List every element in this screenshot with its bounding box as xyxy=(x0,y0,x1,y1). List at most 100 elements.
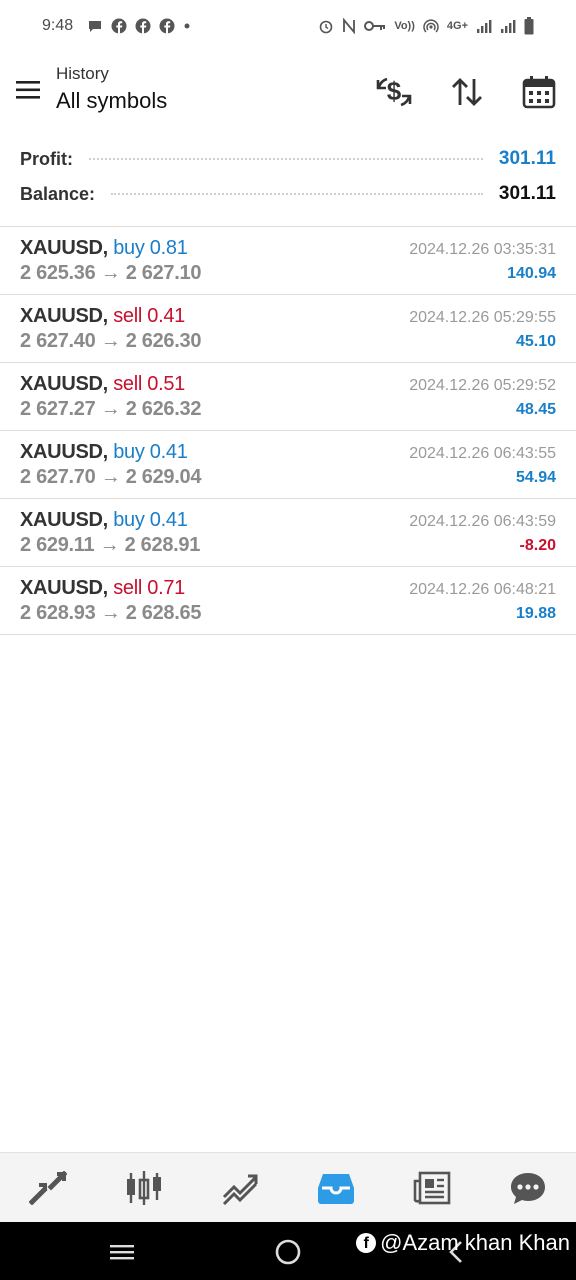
nav-news[interactable] xyxy=(402,1158,462,1218)
deal-profit: 54.94 xyxy=(515,469,556,486)
calendar-button[interactable] xyxy=(517,70,561,114)
deal-symbol-line: XAUUSD, buy 0.41 xyxy=(20,441,188,464)
open-price: 2 625.36 xyxy=(20,262,96,284)
nav-messages[interactable] xyxy=(498,1158,558,1218)
profit-value: 301.11 xyxy=(498,148,556,169)
open-price: 2 627.40 xyxy=(20,330,96,352)
nav-history[interactable] xyxy=(306,1158,366,1218)
profit-label: Profit: xyxy=(20,148,73,169)
news-icon xyxy=(413,1171,451,1205)
menu-button[interactable] xyxy=(12,74,44,106)
deal-symbol: XAUUSD, xyxy=(20,237,108,259)
facebook-icon: f xyxy=(356,1233,377,1253)
arrow-icon: → xyxy=(100,602,121,624)
dot-icon xyxy=(183,22,191,30)
currency-exchange-button[interactable]: $ xyxy=(372,70,416,114)
status-bar: 9:48 Vo)) 4G+ xyxy=(0,0,576,52)
deal-profit: 19.88 xyxy=(515,605,556,622)
deals-list: XAUUSD, buy 0.81 2 625.36 → 2 627.10 202… xyxy=(0,227,576,635)
deal-time: 2024.12.26 03:35:31 xyxy=(409,241,556,258)
deal-prices: 2 625.36 → 2 627.10 xyxy=(20,262,201,285)
deal-side: buy 0.41 xyxy=(113,441,188,463)
sort-button[interactable] xyxy=(445,70,489,114)
deal-symbol: XAUUSD, xyxy=(20,373,108,395)
home-button[interactable] xyxy=(272,1236,304,1268)
deal-prices: 2 628.93 → 2 628.65 xyxy=(20,602,201,625)
chart-icon xyxy=(127,1171,161,1205)
header-subtitle: History xyxy=(56,64,109,83)
quotes-icon xyxy=(29,1171,67,1205)
arrow-icon: → xyxy=(100,398,121,420)
deal-prices: 2 627.70 → 2 629.04 xyxy=(20,466,201,489)
hotspot-icon xyxy=(423,18,439,34)
deal-symbol: XAUUSD, xyxy=(20,441,108,463)
battery-icon xyxy=(524,17,534,35)
deal-side: sell 0.41 xyxy=(113,305,185,327)
currency-exchange-icon: $ xyxy=(376,76,412,107)
alarm-icon xyxy=(318,18,334,34)
deal-row[interactable]: XAUUSD, sell 0.41 2 627.40 → 2 626.30 20… xyxy=(0,295,576,363)
nav-chart[interactable] xyxy=(114,1158,174,1218)
volte-icon: Vo)) xyxy=(394,20,415,32)
facebook-icon xyxy=(159,18,175,34)
arrow-icon: → xyxy=(100,262,121,284)
facebook-icon xyxy=(135,18,151,34)
signal-icon xyxy=(476,18,492,34)
sort-icon xyxy=(452,78,482,106)
deal-row[interactable]: XAUUSD, buy 0.41 2 629.11 → 2 628.91 202… xyxy=(0,499,576,567)
calendar-icon xyxy=(522,76,556,109)
deal-time: 2024.12.26 05:29:52 xyxy=(409,377,556,394)
nav-quotes[interactable] xyxy=(18,1158,78,1218)
deal-symbol: XAUUSD, xyxy=(20,509,108,531)
deal-symbol: XAUUSD, xyxy=(20,577,108,599)
deal-side: sell 0.51 xyxy=(113,373,185,395)
close-price: 2 627.10 xyxy=(125,262,202,284)
nav-trade[interactable] xyxy=(210,1158,270,1218)
deal-row[interactable]: XAUUSD, sell 0.71 2 628.93 → 2 628.65 20… xyxy=(0,567,576,635)
history-icon xyxy=(318,1174,354,1204)
deal-time: 2024.12.26 05:29:55 xyxy=(409,309,556,326)
status-right: Vo)) 4G+ xyxy=(318,17,534,35)
key-icon xyxy=(364,20,386,32)
close-price: 2 628.91 xyxy=(124,534,201,556)
open-price: 2 629.11 xyxy=(20,534,95,556)
dotted-leader xyxy=(111,193,483,195)
balance-label: Balance: xyxy=(20,183,96,204)
deal-row[interactable]: XAUUSD, buy 0.81 2 625.36 → 2 627.10 202… xyxy=(0,227,576,295)
deal-profit: 48.45 xyxy=(515,401,556,418)
deal-symbol: XAUUSD, xyxy=(20,305,108,327)
network-type: 4G+ xyxy=(446,20,468,32)
close-price: 2 626.30 xyxy=(125,330,202,352)
app-header: History All symbols $ xyxy=(0,52,576,132)
deal-prices: 2 627.27 → 2 626.32 xyxy=(20,398,201,421)
deal-side: buy 0.41 xyxy=(113,509,188,531)
recents-button[interactable] xyxy=(106,1236,138,1268)
svg-text:$: $ xyxy=(387,76,402,106)
deal-prices: 2 627.40 → 2 626.30 xyxy=(20,330,201,353)
watermark-text: @Azam khan Khan xyxy=(380,1230,570,1255)
bottom-nav xyxy=(0,1152,576,1223)
header-titles: History All symbols xyxy=(56,64,167,114)
arrow-icon: → xyxy=(100,466,121,488)
nfc-icon xyxy=(342,18,356,34)
system-nav-bar: f @Azam khan Khan xyxy=(0,1222,576,1280)
deal-row[interactable]: XAUUSD, buy 0.41 2 627.70 → 2 629.04 202… xyxy=(0,431,576,499)
status-time: 9:48 xyxy=(42,17,74,34)
recents-icon xyxy=(110,1245,134,1260)
balance-value: 301.11 xyxy=(498,183,556,204)
hamburger-icon xyxy=(16,81,40,99)
close-price: 2 628.65 xyxy=(125,602,202,624)
deal-row[interactable]: XAUUSD, sell 0.51 2 627.27 → 2 626.32 20… xyxy=(0,363,576,431)
balance-row: Balance: 301.11 xyxy=(20,179,556,209)
trade-icon xyxy=(222,1174,258,1205)
deal-profit: 140.94 xyxy=(507,265,556,282)
open-price: 2 627.70 xyxy=(20,466,96,488)
chat-bubble-icon xyxy=(87,18,103,34)
facebook-icon xyxy=(111,18,127,34)
profit-row: Profit: 301.11 xyxy=(20,144,556,174)
deal-symbol-line: XAUUSD, sell 0.41 xyxy=(20,305,185,328)
deal-time: 2024.12.26 06:43:59 xyxy=(409,513,556,530)
deal-symbol-line: XAUUSD, sell 0.51 xyxy=(20,373,185,396)
status-left: 9:48 xyxy=(42,17,191,35)
deal-symbol-line: XAUUSD, buy 0.81 xyxy=(20,237,188,260)
